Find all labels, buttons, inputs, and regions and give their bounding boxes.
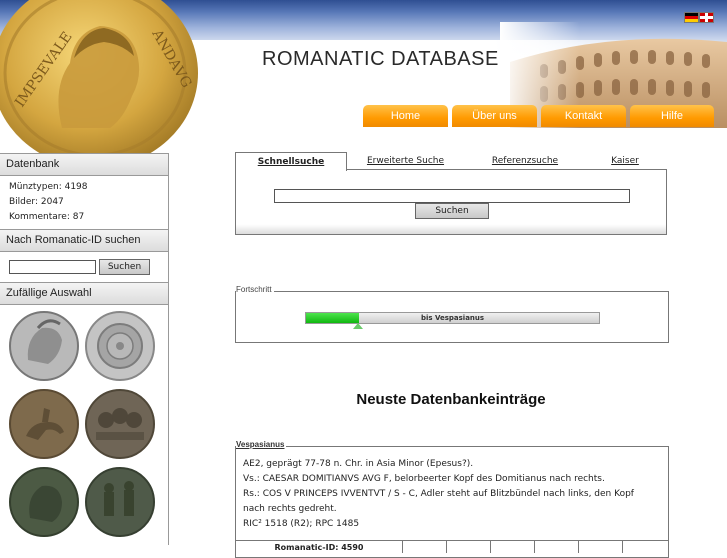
english-flag-icon[interactable] xyxy=(699,12,714,23)
id-search-button[interactable]: Suchen xyxy=(99,259,150,275)
header-curve xyxy=(160,128,727,153)
entry-action-2-icon[interactable] xyxy=(447,541,491,553)
random-coin-3[interactable] xyxy=(6,385,82,463)
entry-line-denomination: AE2, geprägt 77-78 n. Chr. in Asia Minor… xyxy=(243,459,474,469)
entry-description: AE2, geprägt 77-78 n. Chr. in Asia Minor… xyxy=(243,457,658,532)
coin-three-heads-icon xyxy=(85,389,155,459)
coin-shield-icon xyxy=(85,311,155,381)
search-tabs: Schnellsuche Erweiterte Suche Referenzsu… xyxy=(235,152,667,171)
progress-bar: bis Vespasianus xyxy=(305,312,600,324)
tab-reference-search[interactable]: Referenzsuche xyxy=(480,152,570,169)
coin-seated-figures-icon xyxy=(85,467,155,537)
id-search-form: Suchen xyxy=(0,252,168,282)
tab-quick-search[interactable]: Schnellsuche xyxy=(235,152,347,171)
entry-action-5-icon[interactable] xyxy=(579,541,623,553)
progress-legend: Fortschritt xyxy=(236,285,274,294)
nav-home-button[interactable]: Home xyxy=(363,105,448,127)
random-coin-6[interactable] xyxy=(82,463,158,541)
random-coin-4[interactable] xyxy=(82,385,158,463)
coin-header-image: IMPSEVALE ANDAVG xyxy=(0,0,198,153)
quick-search-box: Suchen xyxy=(235,169,667,235)
entry-action-3-icon[interactable] xyxy=(491,541,535,553)
tab-emperor[interactable]: Kaiser xyxy=(595,152,655,169)
tab-advanced-search[interactable]: Erweiterte Suche xyxy=(353,152,458,169)
progress-marker-icon xyxy=(352,323,363,329)
nav-help-button[interactable]: Hilfe xyxy=(630,105,714,127)
random-coin-grid xyxy=(0,305,168,543)
sidebar: Datenbank Münztypen: 4198 Bilder: 2047 K… xyxy=(0,153,169,545)
quick-search-button[interactable]: Suchen xyxy=(415,203,489,219)
entry-line-obverse: Vs.: CAESAR DOMITIANVS AVG F, belorbeert… xyxy=(243,474,605,484)
entry-action-6-icon[interactable] xyxy=(623,541,666,553)
german-flag-icon[interactable] xyxy=(684,12,699,23)
random-coin-1[interactable] xyxy=(6,307,82,385)
coin-horseman-icon xyxy=(9,389,79,459)
entry-line-references: RIC² 1518 (R2); RPC 1485 xyxy=(243,519,360,529)
quick-search-input[interactable] xyxy=(274,189,630,203)
coin-portrait-icon xyxy=(9,467,79,537)
search-panel: Schnellsuche Erweiterte Suche Referenzsu… xyxy=(235,152,667,235)
site-header: IMPSEVALE ANDAVG ROMANATIC DATABASE Home… xyxy=(0,0,727,153)
nav-contact-button[interactable]: Kontakt xyxy=(541,105,626,127)
sidebar-heading-datenbank: Datenbank xyxy=(0,153,168,176)
entry-action-1-icon[interactable] xyxy=(403,541,447,553)
stat-images: Bilder: 2047 xyxy=(9,197,64,207)
entry-emperor-link[interactable]: Vespasianus xyxy=(236,440,287,449)
newest-entries-title: Neuste Datenbankeinträge xyxy=(356,391,546,408)
entry-footer: Romanatic-ID: 4590 xyxy=(236,540,668,553)
nav-about-button[interactable]: Über uns xyxy=(452,105,537,127)
main-nav: Home Über uns Kontakt Hilfe xyxy=(363,105,714,127)
stat-coin-types: Münztypen: 4198 xyxy=(9,182,88,192)
entry-line-reverse: Rs.: COS V PRINCEPS IVVENTVT / S - C, Ad… xyxy=(243,489,634,514)
progress-label: bis Vespasianus xyxy=(420,314,485,322)
stat-comments: Kommentare: 87 xyxy=(9,212,85,222)
random-coin-5[interactable] xyxy=(6,463,82,541)
coin-helmet-head-icon xyxy=(9,311,79,381)
random-coin-2[interactable] xyxy=(82,307,158,385)
sidebar-heading-id-search: Nach Romanatic-ID suchen xyxy=(0,229,168,252)
site-title: ROMANATIC DATABASE xyxy=(262,48,499,70)
romanatic-id-input[interactable] xyxy=(9,260,96,274)
sidebar-heading-random: Zufällige Auswahl xyxy=(0,282,168,305)
entry-fieldset: Vespasianus AE2, geprägt 77-78 n. Chr. i… xyxy=(235,440,669,558)
entry-romanatic-id: Romanatic-ID: 4590 xyxy=(236,541,403,553)
entry-action-4-icon[interactable] xyxy=(535,541,579,553)
progress-fieldset: Fortschritt bis Vespasianus xyxy=(235,285,669,343)
database-stats: Münztypen: 4198 Bilder: 2047 Kommentare:… xyxy=(0,176,168,229)
